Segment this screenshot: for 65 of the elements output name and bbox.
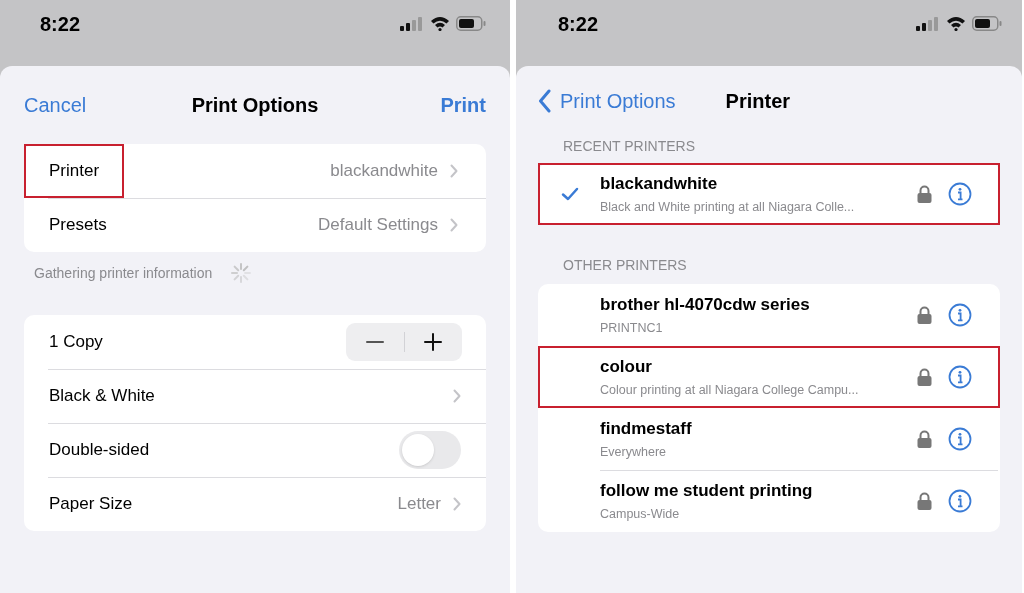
lock-icon [917, 492, 932, 510]
row-label: Double-sided [49, 439, 150, 462]
printer-row[interactable]: follow me student printing Campus-Wide [538, 470, 1000, 532]
battery-icon [456, 16, 486, 31]
printer-row[interactable]: findmestaff Everywhere [538, 408, 1000, 470]
printer-name: findmestaff [600, 418, 693, 439]
status-time: 8:22 [558, 12, 599, 36]
plus-icon[interactable] [424, 333, 443, 351]
printer-name: brother hl-4070cdw series [600, 294, 811, 315]
row-label: Paper Size [49, 493, 133, 516]
wifi-icon [430, 16, 450, 31]
signal-icon [400, 16, 424, 31]
back-chevron-icon [538, 89, 552, 113]
row-label: 1 Copy [49, 331, 103, 354]
nav-title: Printer [725, 89, 791, 114]
section-header: RECENT PRINTERS [562, 137, 696, 156]
printer-name: blackandwhite [600, 173, 719, 194]
row-value: blackandwhite [330, 160, 438, 183]
toggle-switch[interactable] [399, 431, 461, 469]
status-note: Gathering printer information [34, 263, 213, 283]
signal-icon [916, 16, 940, 31]
settings-row[interactable]: 1 Copy [24, 315, 486, 369]
row-label: Presets [48, 214, 108, 237]
back-button[interactable]: Print Options [538, 86, 676, 116]
status-time: 8:22 [40, 12, 81, 36]
row-label: Black & White [49, 385, 155, 408]
chevron-icon [450, 164, 458, 178]
lock-icon [917, 306, 932, 324]
settings-row[interactable]: Paper Size Letter [24, 477, 486, 531]
printer-detail: Everywhere [600, 443, 667, 460]
printer-detail: Black and White printing at all Niagara Colle... [600, 198, 856, 215]
info-icon[interactable] [948, 427, 972, 451]
lock-icon [917, 185, 932, 203]
info-icon[interactable] [948, 182, 972, 206]
section-header: OTHER PRINTERS [562, 256, 688, 275]
print-button[interactable]: Print [440, 90, 486, 120]
row-value: Default Settings [318, 214, 438, 237]
lock-icon [917, 430, 932, 448]
nav-title: Print Options [191, 93, 319, 118]
lock-icon [917, 368, 932, 386]
printer-detail: Colour printing at all Niagara College Campu... [600, 381, 860, 398]
info-icon[interactable] [948, 303, 972, 327]
info-icon[interactable] [948, 489, 972, 513]
row-value: Letter [397, 493, 441, 516]
printer-detail: Campus-Wide [600, 505, 681, 522]
wifi-icon [946, 16, 966, 31]
printer-name: colour [600, 356, 653, 377]
printer-detail: PRINTNC1 [600, 319, 664, 336]
printer-row[interactable]: blackandwhite Black and White printing at all Niagara Colle... [538, 163, 1000, 225]
spinner-icon [230, 262, 253, 284]
settings-row[interactable]: Double-sided [24, 423, 486, 477]
row-label: Printer [24, 144, 125, 198]
copy-stepper[interactable] [346, 323, 462, 361]
cancel-button[interactable]: Cancel [24, 90, 87, 120]
chevron-icon [450, 218, 458, 232]
chevron-icon [453, 497, 461, 511]
settings-row[interactable]: Printer blackandwhite [24, 144, 486, 198]
settings-row[interactable]: Black & White [24, 369, 486, 423]
chevron-icon [453, 389, 461, 403]
printer-row[interactable]: colour Colour printing at all Niagara College Campu... [538, 346, 1000, 408]
info-icon[interactable] [948, 365, 972, 389]
printer-name: follow me student printing [600, 480, 814, 501]
printer-row[interactable]: brother hl-4070cdw series PRINTNC1 [538, 284, 1000, 346]
battery-icon [972, 16, 1002, 31]
settings-row[interactable]: Presets Default Settings [24, 198, 486, 252]
